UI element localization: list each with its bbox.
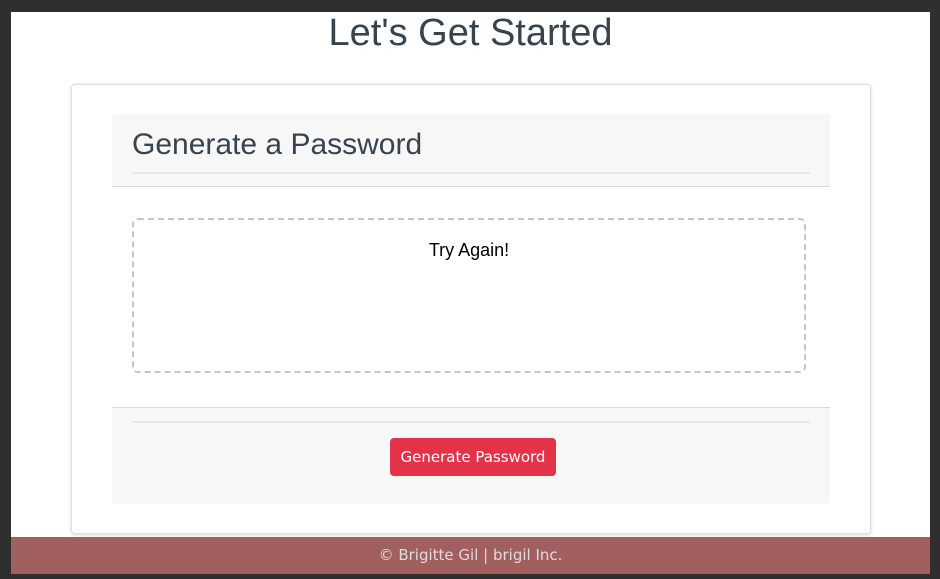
- page-footer: © Brigitte Gil | brigil Inc.: [11, 537, 930, 574]
- card-header: Generate a Password: [112, 114, 830, 187]
- generate-password-button[interactable]: Generate Password: [390, 438, 556, 476]
- password-output[interactable]: Try Again!: [132, 218, 806, 373]
- divider: [132, 421, 810, 423]
- card-footer: Generate Password: [112, 407, 830, 504]
- page-title: Let's Get Started: [328, 12, 613, 54]
- divider: [132, 172, 810, 174]
- page: Let's Get Started Generate a Password Tr…: [11, 12, 930, 574]
- password-card: Generate a Password Try Again! Generate …: [71, 84, 871, 534]
- card-title: Generate a Password: [132, 128, 423, 161]
